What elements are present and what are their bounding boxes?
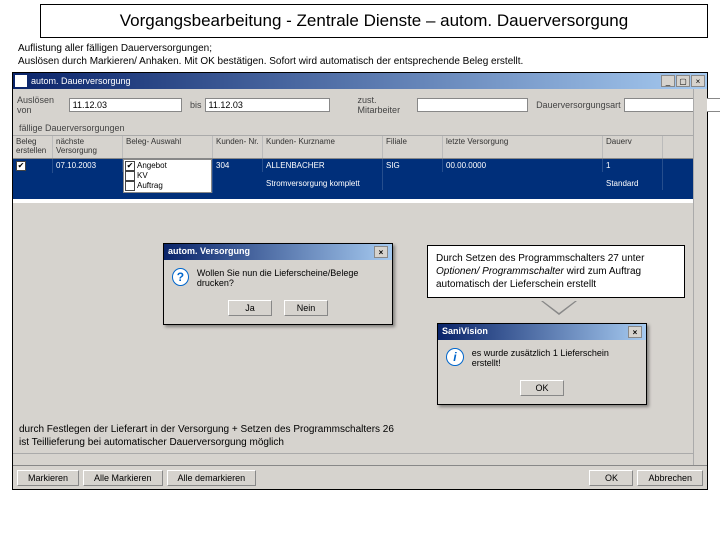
opt-angebot: Angebot [137,161,167,171]
filter-row: Auslösen von bis zust. Mitarbeiter Dauer… [13,89,707,121]
from-label: Auslösen von [17,95,66,115]
app-window: autom. Dauerversorgung _ ▢ × Auslösen vo… [12,72,708,490]
close-button[interactable]: × [691,75,705,87]
info-ok-button[interactable]: OK [520,380,564,396]
confirm-no-button[interactable]: Nein [284,300,328,316]
col-kunden-nr[interactable]: Kunden- Nr. [213,136,263,158]
desc-line1: Auflistung aller fälligen Dauerversorgun… [18,43,212,54]
bottom-note: durch Festlegen der Lieferart in der Ver… [19,424,394,449]
page-description: Auflistung aller fälligen Dauerversorgun… [18,42,708,68]
app-icon [15,75,27,87]
cell-next: 07.10.2003 [53,159,123,172]
confirm-close-icon[interactable]: × [374,246,388,258]
info-text: es wurde zusätzlich 1 Lieferschein erste… [472,348,638,368]
markieren-button[interactable]: Markieren [17,470,79,486]
to-label: bis [190,100,202,110]
maximize-button[interactable]: ▢ [676,75,690,87]
info-close-icon[interactable]: × [628,326,642,338]
cell-letzte: 00.00.0000 [443,159,603,172]
info-dialog-title: SaniVision [442,326,488,338]
ok-button[interactable]: OK [589,470,633,486]
cell-kunden-nr: 304 [213,159,263,172]
dauerart-label: Dauerversorgungsart [536,100,621,110]
desc-line2: Auslösen durch Markieren/ Anhaken. Mit O… [18,56,523,67]
alle-markieren-button[interactable]: Alle Markieren [83,470,163,486]
horizontal-scrollbar[interactable] [13,453,693,465]
col-beleg-erstellen[interactable]: Beleg erstellen [13,136,53,158]
row-checkbox[interactable]: ✔ [16,161,26,171]
abbrechen-button[interactable]: Abbrechen [637,470,703,486]
col-naechste-versorgung[interactable]: nächste Versorgung [53,136,123,158]
opt-kv-check[interactable] [125,171,135,181]
cell-kunden-name: ALLENBACHER Stromversorgung komplett [263,159,383,190]
col-kunden-kurzname[interactable]: Kunden- Kurzname [263,136,383,158]
bottom-note-l2: ist Teillieferung bei automatischer Daue… [19,437,284,448]
question-icon: ? [172,268,189,286]
mitarbeiter-label: zust. Mitarbeiter [358,95,414,115]
titlebar: autom. Dauerversorgung _ ▢ × [13,73,707,89]
note-italic: Optionen/ Programmschalter [436,266,564,277]
page-title: Vorgangsbearbeitung - Zentrale Dienste –… [40,4,708,38]
confirm-dialog: autom. Versorgung × ? Wollen Sie nun die… [163,243,393,325]
arrow-down-icon [541,301,577,315]
grid-section-label: fällige Dauerversorgungen [13,121,707,135]
table-row[interactable]: ✔ 07.10.2003 ✔Angebot KV Auftrag 304 ALL… [13,159,707,199]
minimize-button[interactable]: _ [661,75,675,87]
alle-demarkieren-button[interactable]: Alle demarkieren [167,470,257,486]
info-icon: i [446,348,464,366]
bottom-note-l1: durch Festlegen der Lieferart in der Ver… [19,424,394,435]
grid-header: Beleg erstellen nächste Versorgung Beleg… [13,135,707,159]
from-date-input[interactable] [69,98,182,112]
note-box: Durch Setzen des Programmschalters 27 un… [427,245,685,298]
window-title: autom. Dauerversorgung [31,76,131,86]
opt-kv: KV [137,171,148,181]
info-dialog: SaniVision × i es wurde zusätzlich 1 Lie… [437,323,647,405]
mitarbeiter-input[interactable] [417,98,528,112]
beleg-auswahl-list[interactable]: ✔Angebot KV Auftrag [123,159,212,193]
note-text-1: Durch Setzen des Programmschalters 27 un… [436,253,644,264]
confirm-yes-button[interactable]: Ja [228,300,272,316]
opt-auftrag-check[interactable] [125,181,135,191]
cell-filiale: SIG [383,159,443,172]
opt-auftrag: Auftrag [137,181,163,191]
footer-bar: Markieren Alle Markieren Alle demarkiere… [13,465,707,489]
col-filiale[interactable]: Filiale [383,136,443,158]
confirm-dialog-title: autom. Versorgung [168,246,250,258]
col-letzte-versorgung[interactable]: letzte Versorgung [443,136,603,158]
cell-art: Standard [606,179,638,188]
col-dauerv[interactable]: Dauerv [603,136,663,158]
to-date-input[interactable] [205,98,330,112]
confirm-text: Wollen Sie nun die Lieferscheine/Belege … [197,268,384,288]
cell-dauerv: 1 Standard [603,159,663,190]
vertical-scrollbar[interactable] [693,89,707,465]
col-beleg-auswahl[interactable]: Beleg- Auswahl [123,136,213,158]
cell-desc: Stromversorgung komplett [266,179,360,188]
opt-angebot-check[interactable]: ✔ [125,161,135,171]
